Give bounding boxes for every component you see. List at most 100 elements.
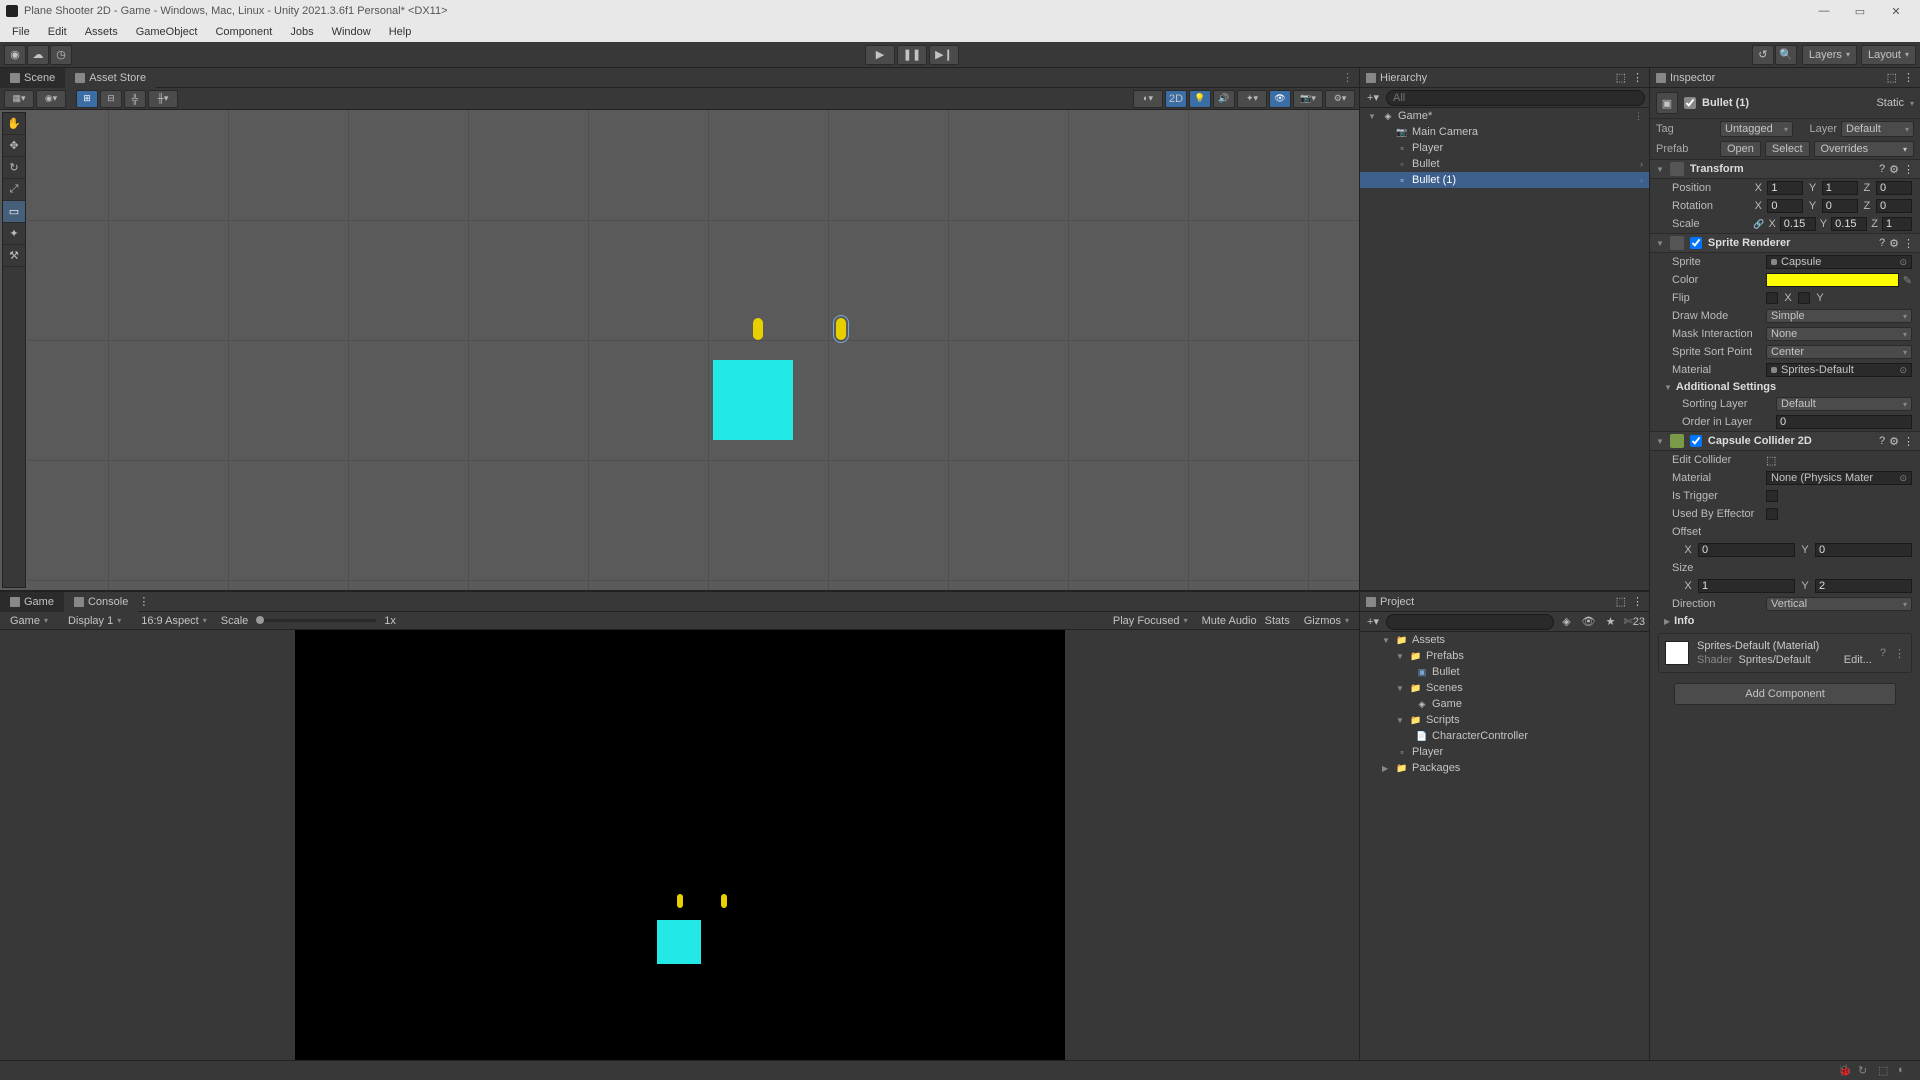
capsule-collider-header[interactable]: ▼ Capsule Collider 2D ?⚙⋮ bbox=[1650, 431, 1920, 451]
layer-dropdown[interactable]: Default bbox=[1841, 121, 1914, 137]
project-options[interactable]: ⋮ bbox=[1632, 595, 1643, 608]
gizmos-dropdown[interactable]: ⚙▾ bbox=[1325, 90, 1355, 108]
layout-dropdown[interactable]: Layout bbox=[1861, 45, 1916, 65]
account-icon[interactable]: ◉ bbox=[4, 45, 26, 65]
project-search-input[interactable] bbox=[1386, 614, 1554, 630]
project-assets-folder[interactable]: ▼📁Assets bbox=[1360, 632, 1649, 648]
draw-mode-dropdown[interactable]: Simple bbox=[1766, 309, 1912, 323]
position-z-field[interactable] bbox=[1876, 181, 1912, 195]
sprite-field[interactable]: Capsule⊙ bbox=[1766, 255, 1912, 269]
material-menu-icon[interactable]: ⋮ bbox=[1894, 647, 1905, 660]
display-dropdown[interactable]: Display 1 bbox=[62, 615, 127, 627]
size-y-field[interactable] bbox=[1815, 579, 1912, 593]
scale-link-icon[interactable]: 🔗 bbox=[1753, 219, 1764, 230]
offset-x-field[interactable] bbox=[1698, 543, 1795, 557]
mute-audio-toggle[interactable]: Mute Audio bbox=[1202, 615, 1257, 627]
project-filter-icon[interactable]: ◈ bbox=[1558, 614, 1576, 630]
position-y-field[interactable] bbox=[1822, 181, 1858, 195]
scene-tab-options[interactable]: ⋮ bbox=[1336, 71, 1359, 84]
tab-asset-store[interactable]: Asset Store bbox=[65, 68, 156, 88]
hierarchy-item-player[interactable]: ▫Player bbox=[1360, 140, 1649, 156]
aspect-dropdown[interactable]: 16:9 Aspect bbox=[135, 615, 213, 627]
menu-file[interactable]: File bbox=[4, 24, 38, 40]
additional-settings-foldout[interactable]: ▼Additional Settings bbox=[1650, 379, 1920, 395]
inspector-options[interactable]: ⋮ bbox=[1903, 71, 1914, 84]
transform-help-icon[interactable]: ? bbox=[1879, 163, 1885, 176]
project-tree[interactable]: ▼📁Assets ▼📁Prefabs ▣Bullet ▼📁Scenes ◈Gam… bbox=[1360, 632, 1649, 1060]
physics-material-field[interactable]: None (Physics Mater⊙ bbox=[1766, 471, 1912, 485]
direction-dropdown[interactable]: Vertical bbox=[1766, 597, 1912, 611]
mask-interaction-dropdown[interactable]: None bbox=[1766, 327, 1912, 341]
project-scenes-folder[interactable]: ▼📁Scenes bbox=[1360, 680, 1649, 696]
hierarchy-scene-root[interactable]: ▼◈Game*⋮ bbox=[1360, 108, 1649, 124]
play-focus-dropdown[interactable]: Play Focused bbox=[1107, 615, 1194, 627]
scene-visibility-toggle[interactable]: 👁 bbox=[1269, 90, 1291, 108]
collider-preset-icon[interactable]: ⚙ bbox=[1889, 435, 1899, 448]
hierarchy-add-button[interactable]: +▾ bbox=[1364, 90, 1382, 106]
custom-tool[interactable]: ⚒ bbox=[3, 245, 25, 267]
snap-increment-button[interactable]: ⊟ bbox=[100, 90, 122, 108]
project-packages-folder[interactable]: ▶📁Packages bbox=[1360, 760, 1649, 776]
scene-player-sprite[interactable] bbox=[713, 360, 793, 440]
status-progress-icon[interactable]: ◐ bbox=[1898, 1064, 1912, 1078]
play-button[interactable]: ▶ bbox=[865, 45, 895, 65]
hierarchy-tree[interactable]: ▼◈Game*⋮ 📷Main Camera ▫Player ▫Bullet› ▫… bbox=[1360, 108, 1649, 590]
sprite-material-field[interactable]: Sprites-Default⊙ bbox=[1766, 363, 1912, 377]
game-view-dropdown[interactable]: Game bbox=[4, 615, 54, 627]
scale-x-field[interactable] bbox=[1780, 217, 1816, 231]
sprite-menu-icon[interactable]: ⋮ bbox=[1903, 237, 1914, 250]
order-in-layer-field[interactable] bbox=[1776, 415, 1912, 429]
gameobject-cube-icon[interactable]: ▣ bbox=[1656, 92, 1678, 114]
sorting-layer-dropdown[interactable]: Default bbox=[1776, 397, 1912, 411]
hierarchy-search-input[interactable] bbox=[1386, 90, 1645, 106]
sprite-renderer-header[interactable]: ▼ Sprite Renderer ?⚙⋮ bbox=[1650, 233, 1920, 253]
tag-dropdown[interactable]: Untagged bbox=[1720, 121, 1793, 137]
menu-component[interactable]: Component bbox=[207, 24, 280, 40]
game-view[interactable] bbox=[295, 630, 1065, 1060]
scene-bullet1-sprite-selected[interactable] bbox=[836, 318, 846, 340]
audio-toggle[interactable]: 🔊 bbox=[1213, 90, 1235, 108]
menu-gameobject[interactable]: GameObject bbox=[128, 24, 206, 40]
hierarchy-item-main-camera[interactable]: 📷Main Camera bbox=[1360, 124, 1649, 140]
collider-enabled-checkbox[interactable] bbox=[1690, 435, 1702, 447]
transform-menu-icon[interactable]: ⋮ bbox=[1903, 163, 1914, 176]
status-cache-icon[interactable]: ⬚ bbox=[1878, 1064, 1892, 1078]
menu-edit[interactable]: Edit bbox=[40, 24, 75, 40]
sprite-renderer-enabled-checkbox[interactable] bbox=[1690, 237, 1702, 249]
maximize-button[interactable]: ▭ bbox=[1842, 5, 1878, 18]
hierarchy-lock-icon[interactable]: ⬚ bbox=[1616, 71, 1626, 84]
camera-options-dropdown[interactable]: 📷▾ bbox=[1293, 90, 1323, 108]
tab-scene[interactable]: Scene bbox=[0, 68, 65, 88]
used-by-effector-checkbox[interactable] bbox=[1766, 508, 1778, 520]
color-field[interactable] bbox=[1766, 273, 1899, 287]
prefab-overrides-dropdown[interactable]: Overrides▾ bbox=[1814, 141, 1915, 157]
menu-assets[interactable]: Assets bbox=[77, 24, 126, 40]
prefab-arrow-icon[interactable]: › bbox=[1640, 175, 1643, 185]
search-icon[interactable]: 🔍 bbox=[1775, 45, 1797, 65]
rotation-y-field[interactable] bbox=[1822, 199, 1858, 213]
sort-point-dropdown[interactable]: Center bbox=[1766, 345, 1912, 359]
scale-z-field[interactable] bbox=[1882, 217, 1912, 231]
shader-dropdown[interactable]: Sprites/Default bbox=[1738, 654, 1837, 666]
project-bullet-prefab[interactable]: ▣Bullet bbox=[1360, 664, 1649, 680]
rotation-x-field[interactable] bbox=[1767, 199, 1803, 213]
inspector-lock-icon[interactable]: ⬚ bbox=[1887, 71, 1897, 84]
project-add-button[interactable]: +▾ bbox=[1364, 614, 1382, 630]
menu-jobs[interactable]: Jobs bbox=[282, 24, 321, 40]
project-hidden-icon[interactable]: 👁 bbox=[1580, 614, 1598, 630]
static-dropdown-icon[interactable]: ▾ bbox=[1910, 99, 1914, 108]
rotate-tool[interactable]: ↻ bbox=[3, 157, 25, 179]
transform-tool[interactable]: ✦ bbox=[3, 223, 25, 245]
grid-visibility-button[interactable]: ╬ bbox=[124, 90, 146, 108]
close-button[interactable]: ✕ bbox=[1878, 5, 1914, 18]
sprite-preset-icon[interactable]: ⚙ bbox=[1889, 237, 1899, 250]
material-help-icon[interactable]: ? bbox=[1880, 647, 1886, 659]
material-section[interactable]: Sprites-Default (Material) Shader Sprite… bbox=[1658, 633, 1912, 673]
scale-slider[interactable] bbox=[256, 619, 376, 622]
gameobject-name-field[interactable] bbox=[1702, 97, 1870, 109]
grid-snap-button[interactable]: ⊞ bbox=[76, 90, 98, 108]
hierarchy-item-bullet1[interactable]: ▫Bullet (1)› bbox=[1360, 172, 1649, 188]
transform-component-header[interactable]: ▼ Transform ?⚙⋮ bbox=[1650, 159, 1920, 179]
scene-menu-icon[interactable]: ⋮ bbox=[1634, 111, 1643, 122]
collider-info-foldout[interactable]: ▶Info bbox=[1650, 613, 1920, 629]
